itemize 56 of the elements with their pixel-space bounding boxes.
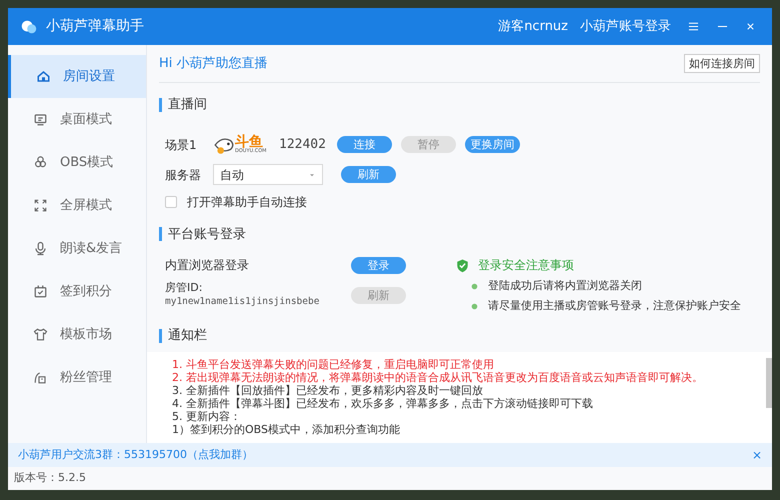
group-link[interactable]: 小葫芦用户交流3群：553195700（点我加群） [18, 446, 253, 464]
sidebar-item[interactable]: 朗读&发言 [8, 227, 146, 270]
login-link[interactable]: 小葫芦账号登录 [580, 16, 671, 36]
help-button[interactable]: 如何连接房间 [684, 54, 760, 73]
notice-line: 2. 若出现弹幕无法朗读的情况，将弹幕朗读中的语音合成从讯飞语音更改为百度语音或云知声语音即可解决。 [172, 370, 704, 384]
shield-check-icon [455, 258, 470, 272]
notice-line: 1）签到积分的OBS模式中，添加积分查询功能 [172, 422, 401, 436]
checkbox-label: 打开弹幕助手自动连接 [187, 194, 307, 210]
pill-button[interactable]: 刷新 [341, 166, 396, 183]
pill-button[interactable]: 更换房间 [465, 136, 520, 153]
pill-button[interactable]: 连接 [337, 136, 392, 153]
home-icon [36, 69, 51, 84]
shirt-icon [33, 327, 48, 342]
field-label: 服务器 [165, 166, 202, 184]
security-title: 登录安全注意事项 [478, 257, 574, 274]
section-title: 直播间 [168, 96, 207, 114]
greeting: Hi 小葫芦助您直播 [159, 54, 268, 73]
room-id: 122402 [279, 136, 327, 154]
security-tip: 登陆成功后请将内置浏览器关闭 [488, 278, 642, 294]
monitor-icon [33, 112, 48, 127]
username: 游客ncrnuz [498, 18, 568, 36]
notice-line: 4. 全新插件【弹幕斗图】已经发布，欢乐多多，弹幕多多，点击下方滚动链接即可下载 [172, 396, 594, 410]
server-dropdown[interactable]: 自动 [213, 164, 323, 185]
bullet-icon [471, 302, 478, 310]
notice-line: 1. 斗鱼平台发送弹幕失败的问题已经修复，重启电脑即可正常使用 [172, 358, 495, 370]
notice-line: 3. 全新插件【回放插件】已经发布，更多精彩内容及时一键回放 [172, 384, 484, 396]
expand-icon [33, 198, 48, 213]
section-title: 通知栏 [168, 327, 207, 345]
field-label: 内置浏览器登录 [165, 257, 250, 274]
sidebar-item[interactable]: OBS模式 [8, 141, 146, 184]
sidebar-item[interactable]: 粉丝管理 [8, 356, 146, 399]
sidebar-item[interactable]: 全屏模式 [8, 184, 146, 227]
notice-line: 5. 更新内容： [172, 410, 242, 422]
pill-button[interactable]: 登录 [351, 256, 406, 274]
field-label: 房管ID: [165, 281, 204, 295]
sidebar-item[interactable]: 房间设置 [8, 55, 146, 98]
admin-id: my1new1name1is1jinsjinsbebe [165, 295, 320, 309]
bullet-icon [471, 282, 478, 290]
version-label: 版本号：5.2.5 [14, 470, 86, 486]
circles-icon [33, 155, 48, 170]
sidebar-item[interactable]: 签到积分 [8, 270, 146, 313]
scrollbar[interactable] [766, 358, 772, 408]
close-icon [745, 21, 756, 32]
field-label: 场景1 [165, 136, 198, 154]
section-title: 平台账号登录 [168, 226, 246, 244]
window-title: 小葫芦弹幕助手 [46, 17, 144, 36]
sidebar-item[interactable]: 桌面模式 [8, 98, 146, 141]
close-button[interactable]: × [752, 446, 762, 464]
menu-icon [687, 20, 700, 33]
logo-icon [20, 18, 38, 36]
logo-text: 斗鱼 [235, 135, 263, 149]
security-tip: 请尽量使用主播或房管账号登录，注意保护账户安全 [488, 298, 741, 314]
sidebar-item[interactable]: 模板市场 [8, 313, 146, 356]
calendar-check-icon [33, 284, 48, 299]
microphone-icon [33, 241, 48, 256]
checkbox[interactable] [165, 196, 177, 208]
